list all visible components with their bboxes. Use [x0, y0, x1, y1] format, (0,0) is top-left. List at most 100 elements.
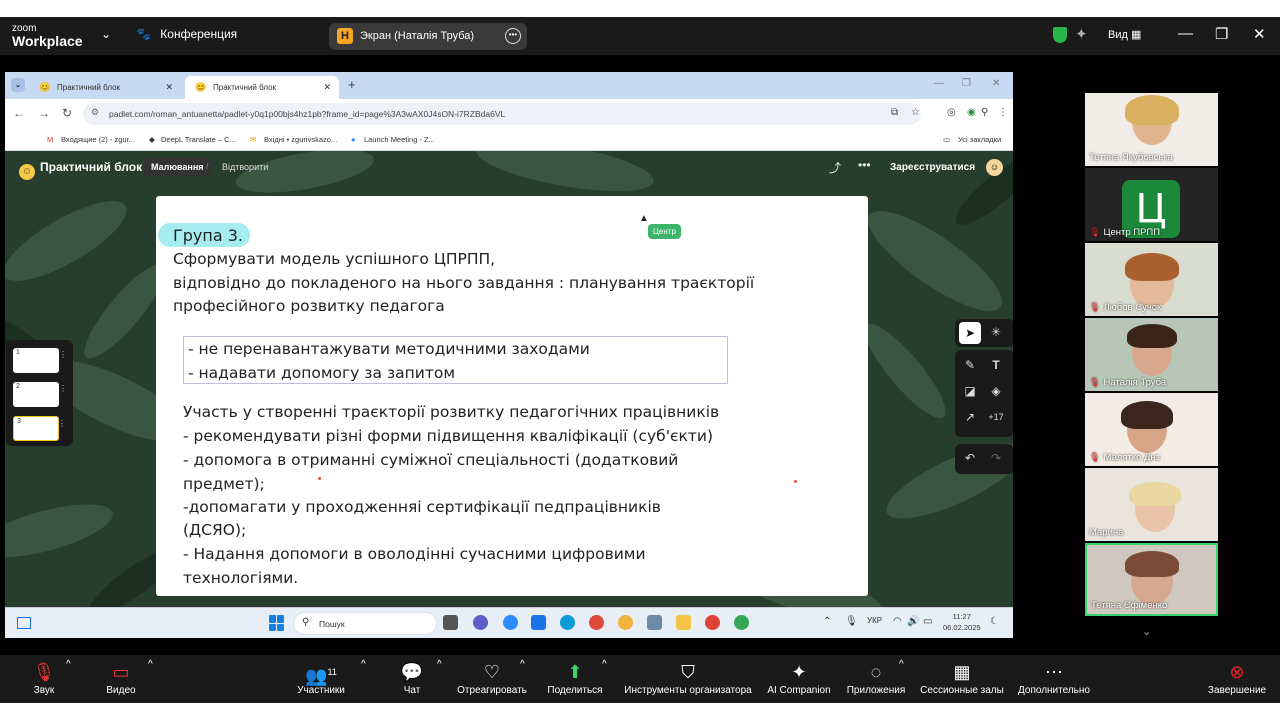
reload-icon[interactable]: ↻ [62, 106, 72, 120]
all-bookmarks[interactable]: Усі закладки [958, 135, 1001, 144]
zoom-app-icon[interactable] [503, 615, 518, 630]
address-bar[interactable]: ⚙ padlet.com/roman_antuanetta/padlet-y0q… [83, 103, 921, 125]
register-button[interactable]: Зареєструватися [890, 162, 975, 173]
breakout-rooms-button[interactable]: ▦ Сессионные залы [917, 659, 1007, 696]
browser-tab[interactable]: 😊 Практичний блок ✕ [29, 76, 181, 99]
close-icon[interactable]: ✕ [1253, 25, 1266, 43]
tab-close-icon[interactable]: ✕ [323, 82, 331, 93]
kebab-icon[interactable]: ⋮ [58, 419, 66, 428]
ai-companion-button[interactable]: ✦ AI Companion [764, 659, 834, 696]
app-icon[interactable] [647, 615, 662, 630]
tab-search-icon[interactable]: ⌄ [11, 78, 25, 92]
language-indicator[interactable]: УКР [867, 616, 882, 625]
participant-tile[interactable]: 🎙 Малятко Днз [1085, 393, 1218, 466]
new-tab-icon[interactable]: + [348, 77, 356, 92]
share-button[interactable]: ⬆ Поделиться [545, 659, 605, 696]
wifi-icon[interactable]: ◠ [893, 616, 902, 627]
draw-mode-button[interactable]: Малювання [144, 158, 211, 176]
browser-menu-icon[interactable]: ⋮ [998, 107, 1008, 118]
close-icon[interactable]: ✕ [992, 78, 1000, 89]
participants-button[interactable]: 👥11 Участники [293, 659, 349, 696]
tab-close-icon[interactable]: ✕ [165, 82, 173, 93]
extension-icon[interactable]: ◎ [947, 107, 956, 118]
forward-icon[interactable]: → [38, 106, 50, 120]
volume-icon[interactable]: 🔊 [907, 616, 919, 627]
participant-tile[interactable]: Тетяна Якубовська [1085, 93, 1218, 166]
shape-tool-icon[interactable]: ◈ [985, 384, 1007, 398]
undo-icon[interactable]: ↶ [959, 451, 981, 465]
share-options-icon[interactable]: ^ [602, 659, 607, 670]
play-button[interactable]: Відтворити [222, 162, 268, 172]
kebab-icon[interactable]: ⋮ [59, 384, 67, 393]
more-icon[interactable]: ••• [858, 158, 871, 172]
site-info-icon[interactable]: ⚙ [91, 107, 99, 118]
more-options-icon[interactable]: ••• [505, 28, 521, 44]
participant-tile[interactable]: Ц 🎙 Центр ПРПП [1085, 168, 1218, 241]
sticky-tool-icon[interactable]: ◪ [959, 384, 981, 398]
file-explorer-icon[interactable] [676, 615, 691, 630]
profile-icon[interactable]: ⚲ [981, 107, 988, 118]
text-tool-icon[interactable]: T [985, 358, 1007, 372]
conference-menu[interactable]: 🐾 Конференция [136, 27, 237, 41]
browser-tab-active[interactable]: 😊 Практичний блок ✕ [185, 76, 339, 99]
bookmark-item[interactable]: DeepL Translate – С... [161, 135, 236, 144]
widgets-icon[interactable] [17, 617, 31, 629]
bookmark-item[interactable]: Вхідні • zgurivskazo... [264, 135, 337, 144]
react-options-icon[interactable]: ^ [520, 659, 525, 670]
restore-icon[interactable]: ❐ [1215, 25, 1228, 43]
padlet-title[interactable]: ☺ Практичний блок [19, 160, 142, 180]
host-tools-button[interactable]: ⛉ Инструменты организатора [620, 659, 756, 696]
more-button[interactable]: ⋯ Дополнительно [1014, 659, 1094, 696]
slide-thumb[interactable]: 2 ⋮ [13, 382, 67, 407]
react-button[interactable]: ♡ Отреагировать [455, 659, 529, 696]
participant-tile[interactable]: 🎙 Любов Сучок [1085, 243, 1218, 316]
more-tools-button[interactable]: +17 [985, 412, 1007, 422]
ai-sparkle-icon[interactable]: ✦ [1075, 25, 1088, 43]
minimize-icon[interactable]: — [934, 78, 944, 89]
participant-tile[interactable]: 🎙 Наталія Труба [1085, 318, 1218, 391]
microphone-icon[interactable]: 🎙 [845, 616, 858, 627]
taskbar-clock[interactable]: 11:27 06.02.2025 [943, 611, 981, 633]
minimize-icon[interactable]: — [1178, 25, 1193, 42]
text-box[interactable]: - не перенавантажувати методичними заход… [183, 336, 728, 384]
user-avatar[interactable]: ☺ [986, 159, 1003, 176]
grammar-extension-icon[interactable]: ◉ [967, 107, 976, 118]
chrome-icon[interactable] [589, 615, 604, 630]
chrome-canary-icon[interactable] [734, 615, 749, 630]
slide-thumb-active[interactable]: 3 ⋮ [13, 416, 66, 441]
edge-icon[interactable] [560, 615, 575, 630]
battery-icon[interactable]: ▭ [923, 616, 932, 627]
audio-button[interactable]: 🎙 Звук [28, 659, 60, 696]
photos-icon[interactable] [618, 615, 633, 630]
participants-options-icon[interactable]: ^ [361, 659, 366, 670]
bookmark-item[interactable]: Launch Meeting - Z... [364, 135, 435, 144]
windows-start-icon[interactable] [269, 615, 285, 631]
chat-options-icon[interactable]: ^ [437, 659, 442, 670]
participant-tile-active-speaker[interactable]: Тетяна Єфіменко [1085, 543, 1218, 616]
bookmark-item[interactable]: Входящие (2) - zgur... [61, 135, 135, 144]
notification-icon[interactable]: ☾ [990, 616, 999, 627]
video-button[interactable]: ▭ Видео [103, 659, 139, 696]
chrome-profile-icon[interactable] [705, 615, 720, 630]
chevron-down-icon[interactable]: ⌄ [101, 27, 111, 41]
gallery-scroll-down-icon[interactable]: ⌄ [1142, 625, 1151, 638]
participant-tile[interactable]: Марина [1085, 468, 1218, 541]
view-menu[interactable]: Вид ▦ [1108, 28, 1141, 41]
restore-icon[interactable]: ❐ [962, 78, 971, 89]
slide-thumb[interactable]: 1 ⋮ [13, 348, 67, 373]
redo-icon[interactable]: ↷ [985, 451, 1007, 465]
kebab-icon[interactable]: ⋮ [59, 350, 67, 359]
apps-options-icon[interactable]: ^ [899, 659, 904, 670]
tray-expand-icon[interactable]: ⌃ [823, 616, 831, 627]
laser-tool-icon[interactable]: ✳ [985, 325, 1007, 339]
pen-tool-icon[interactable]: ✎ [959, 358, 981, 372]
taskbar-search[interactable]: ⚲ Пошук [293, 612, 437, 635]
bookmark-star-icon[interactable]: ☆ [911, 107, 920, 118]
install-app-icon[interactable]: ⧉ [891, 107, 898, 118]
screen-share-pill[interactable]: Н Экран (Наталія Труба) ••• [329, 23, 527, 50]
chat-button[interactable]: 💬 Чат [400, 659, 424, 696]
back-icon[interactable]: ← [13, 106, 25, 120]
slide-canvas[interactable]: Група 3. Сформувати модель успішного ЦПР… [156, 196, 868, 596]
arrow-tool-icon[interactable]: ↗ [959, 410, 981, 424]
end-meeting-button[interactable]: ⊗ Завершение [1205, 659, 1269, 696]
